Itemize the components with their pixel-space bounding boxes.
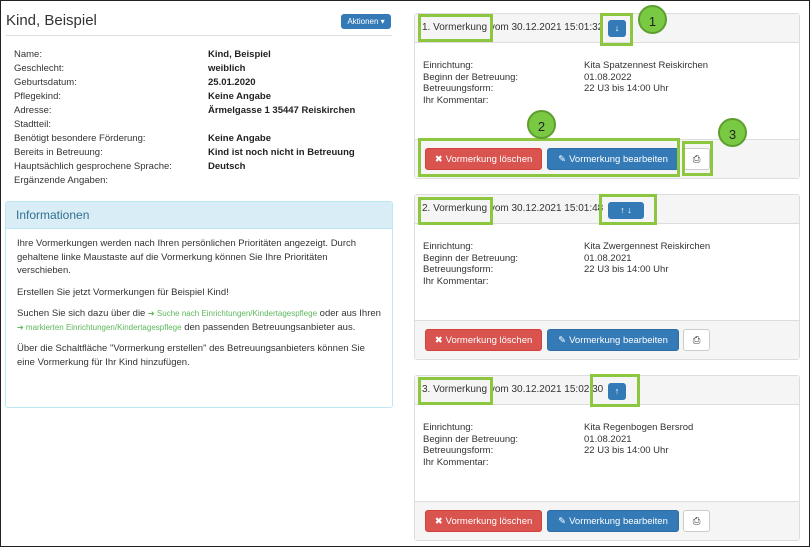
detail-row: Stadtteil: [14, 119, 51, 130]
edit-reservation-button[interactable]: ✎ Vormerkung bearbeiten [547, 510, 679, 532]
highlight-box [418, 377, 493, 405]
pencil-icon: ✎ [558, 335, 567, 346]
callout-badge-1: 1 [638, 5, 667, 34]
page-title: Kind, Beispiel [6, 12, 97, 29]
printer-icon: ⎙ [692, 335, 701, 346]
highlight-box [418, 197, 493, 225]
print-button[interactable]: ⎙ [683, 329, 710, 351]
detail-row: Ergänzende Angaben: [14, 175, 109, 186]
callout-badge-2: 2 [527, 110, 556, 139]
highlight-box [418, 14, 493, 42]
search-facilities-link[interactable]: ➜ Suche nach Einrichtungen/Kindertagespf… [148, 309, 317, 318]
reservation-details: Einrichtung: Kita Zwergennest Reiskirchen… [423, 241, 711, 287]
reservation-details: Einrichtung: Kita Regenbogen Bersrod Begi… [423, 422, 694, 468]
actions-dropdown-button[interactable]: Aktionen ▾ [341, 14, 391, 29]
info-text: Ihre Vormerkungen werden nach Ihren pers… [17, 238, 357, 276]
callout-badge-3: 3 [718, 118, 747, 147]
reservation-details: Einrichtung: Kita Spatzennest Reiskirchen… [423, 60, 709, 106]
info-text: Über die Schaltfläche "Vormerkung erstel… [17, 343, 365, 368]
detail-row: Benötigt besondere Förderung: Keine Angab… [14, 133, 271, 144]
pencil-icon: ✎ [558, 516, 567, 527]
detail-row: Pflegekind: Keine Angabe [14, 91, 271, 102]
info-panel: Informationen Ihre Vormerkungen werden n… [5, 201, 393, 408]
detail-row: Geschlecht: weiblich [14, 63, 246, 74]
highlight-box [418, 138, 680, 177]
highlight-box [599, 194, 657, 225]
detail-row: Name: Kind, Beispiel [14, 49, 271, 60]
detail-row: Hauptsächlich gesprochene Sprache: Deutsc… [14, 161, 246, 172]
printer-icon: ⎙ [692, 516, 701, 527]
info-text: Erstellen Sie jetzt Vormerkungen für Bei… [17, 286, 229, 298]
marked-facilities-link[interactable]: ➜ markierten Einrichtungen/Kindertagespf… [17, 323, 182, 332]
detail-row: Adresse: Ärmelgasse 1 35447 Reiskirchen [14, 105, 356, 116]
divider [6, 35, 392, 36]
delete-reservation-button[interactable]: ✖ Vormerkung löschen [425, 329, 542, 351]
close-icon: ✖ [434, 335, 443, 346]
highlight-box [590, 374, 640, 407]
info-text: Suchen Sie sich dazu über die ➜ Suche na… [17, 308, 381, 333]
detail-row: Geburtsdatum: 25.01.2020 [14, 77, 256, 88]
highlight-box [600, 13, 633, 46]
detail-row: Bereits in Betreuung: Kind ist noch nicht… [14, 147, 355, 158]
delete-reservation-button[interactable]: ✖ Vormerkung löschen [425, 510, 542, 532]
highlight-box [682, 141, 713, 176]
print-button[interactable]: ⎙ [683, 510, 710, 532]
edit-reservation-button[interactable]: ✎ Vormerkung bearbeiten [547, 329, 679, 351]
info-panel-title: Informationen [6, 202, 392, 229]
child-details-table: Name: Kind, Beispiel Geschlecht: weiblich … [14, 48, 394, 188]
close-icon: ✖ [434, 516, 443, 527]
